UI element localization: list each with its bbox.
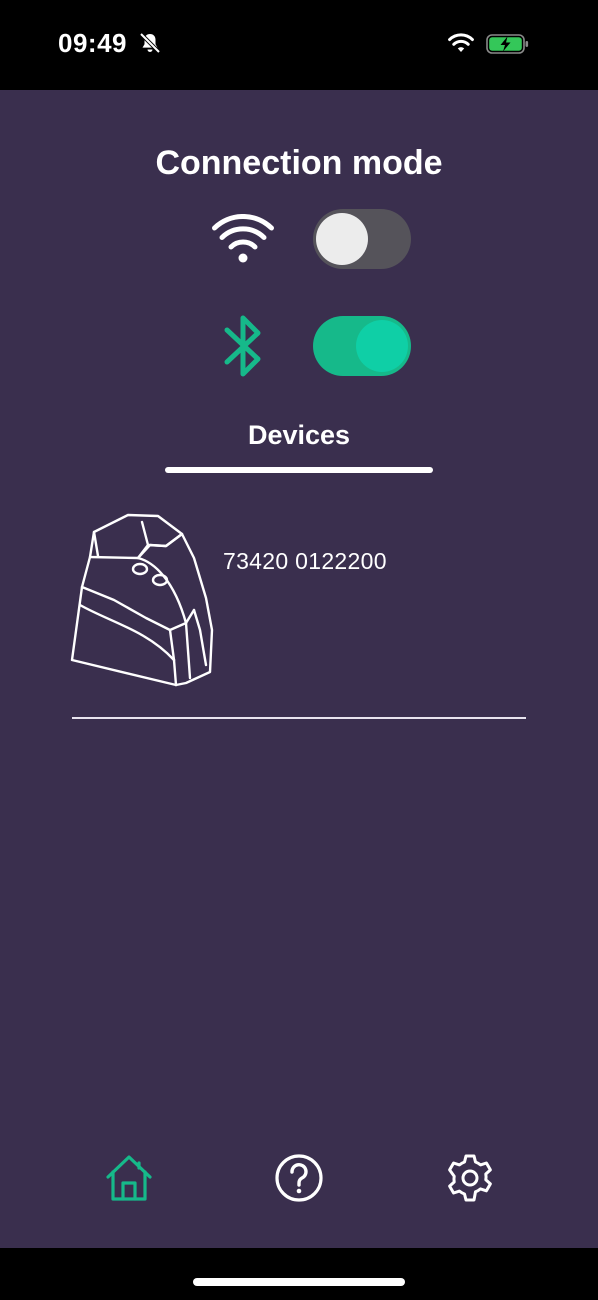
divider <box>72 717 526 719</box>
page-title: Connection mode <box>155 144 443 182</box>
wifi-toggle[interactable] <box>313 209 411 269</box>
wifi-icon <box>212 214 274 263</box>
bottom-safe-area <box>0 1248 598 1300</box>
tab-underline <box>165 467 433 473</box>
help-icon[interactable] <box>274 1153 324 1203</box>
device-serial: 73420 0122200 <box>223 548 387 574</box>
battery-charging-icon <box>486 34 529 54</box>
home-indicator[interactable] <box>193 1278 405 1286</box>
device-icon <box>70 513 214 687</box>
silent-mode-icon <box>139 32 161 54</box>
settings-icon[interactable] <box>445 1153 495 1203</box>
wifi-icon <box>448 33 474 52</box>
bluetooth-toggle-knob <box>356 320 408 372</box>
app-content: Connection mode Devices 73420 0122200 <box>0 90 598 1248</box>
status-bar: 09:49 <box>0 0 598 90</box>
bluetooth-icon <box>224 315 261 377</box>
status-time: 09:49 <box>58 28 127 58</box>
phone-screen: 09:49 Connection mode Devices 73420 0122… <box>0 0 598 1300</box>
tab-devices[interactable]: Devices <box>165 420 433 451</box>
list-item[interactable]: 73420 0122200 <box>70 510 526 718</box>
home-icon[interactable] <box>104 1153 154 1203</box>
wifi-toggle-knob <box>316 213 368 265</box>
bluetooth-toggle[interactable] <box>313 316 411 376</box>
